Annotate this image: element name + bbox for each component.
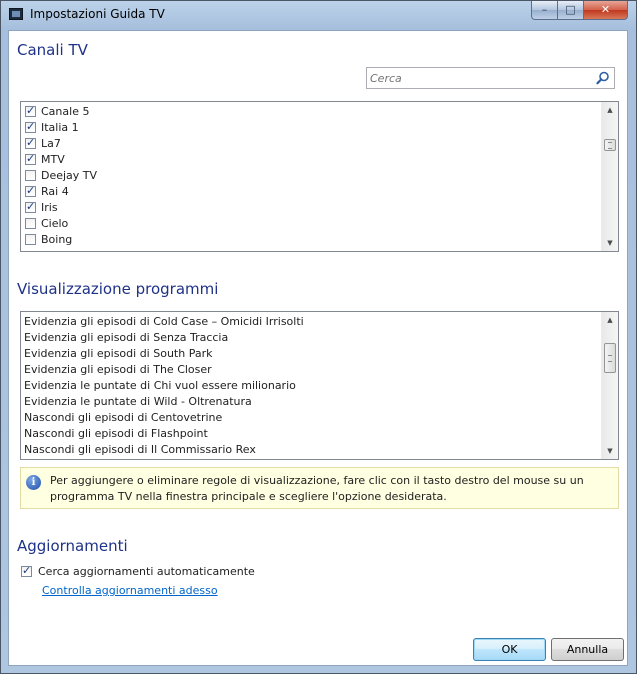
channel-checkbox[interactable] — [25, 200, 36, 214]
channel-search-input[interactable] — [370, 70, 590, 86]
channel-checkbox[interactable] — [25, 120, 36, 134]
channel-checkbox[interactable] — [25, 104, 36, 118]
minimize-button[interactable]: – — [531, 1, 558, 20]
display-rule-label: Nascondi gli episodi di Flashpoint — [24, 427, 208, 440]
display-rule-item[interactable]: Nascondi gli episodi di Flashpoint — [21, 426, 601, 442]
scroll-thumb[interactable] — [604, 343, 616, 374]
scroll-down-arrow-icon[interactable]: ▼ — [602, 443, 618, 459]
channel-item[interactable]: MTV — [21, 152, 601, 168]
display-rule-item[interactable]: Evidenzia gli episodi di South Park — [21, 346, 601, 362]
scroll-down-arrow-icon[interactable]: ▼ — [602, 235, 618, 251]
display-rule-label: Nascondi gli episodi di Il Commissario R… — [24, 443, 256, 456]
display-rule-item[interactable]: Evidenzia gli episodi di The Closer — [21, 362, 601, 378]
dialog-window: Impostazioni Guida TV – □ ✕ Canali TV Ca… — [0, 0, 637, 674]
info-icon: i — [26, 475, 41, 490]
display-rule-item[interactable]: Evidenzia gli episodi di Senza Traccia — [21, 330, 601, 346]
channel-label: MTV — [41, 153, 65, 166]
channel-checkbox[interactable] — [25, 136, 36, 150]
channel-list[interactable]: Canale 5 Italia 1 La7 MTV Deejay TV Rai 4 Iris… — [20, 101, 619, 252]
display-rule-label: Evidenzia le puntate di Chi vuol essere … — [24, 379, 296, 392]
display-rule-label: Nascondi gli episodi di Centovetrine — [24, 411, 223, 424]
info-text: Per aggiungere o eliminare regole di vis… — [50, 474, 584, 503]
channel-label: Deejay TV — [41, 169, 98, 182]
auto-update-checkbox[interactable] — [21, 564, 32, 578]
channel-item[interactable]: Canale 5 — [21, 104, 601, 120]
updates-section-title: Aggiornamenti — [17, 537, 128, 555]
channel-label: Cielo — [41, 217, 69, 230]
channel-checkbox[interactable] — [25, 218, 36, 229]
display-rule-item[interactable]: Evidenzia le puntate di Chi vuol essere … — [21, 378, 601, 394]
channel-item[interactable]: Deejay TV — [21, 168, 601, 184]
display-rule-label: Evidenzia le puntate di Wild - Oltrenatu… — [24, 395, 252, 408]
scroll-up-arrow-icon[interactable]: ▲ — [602, 102, 618, 118]
display-rule-label: Evidenzia gli episodi di Cold Case – Omi… — [24, 315, 304, 328]
cancel-button[interactable]: Annulla — [551, 638, 624, 661]
channel-label: Italia 1 — [41, 121, 79, 134]
ok-button[interactable]: OK — [473, 638, 546, 661]
channel-item[interactable]: Iris — [21, 200, 601, 216]
maximize-button[interactable]: □ — [557, 1, 584, 20]
channel-item[interactable]: Italia 1 — [21, 120, 601, 136]
channel-item[interactable]: Cielo — [21, 216, 601, 232]
channel-label: Iris — [41, 201, 58, 214]
auto-update-option[interactable]: Cerca aggiornamenti automaticamente — [21, 564, 321, 580]
info-bar: i Per aggiungere o eliminare regole di v… — [20, 467, 619, 509]
channel-checkbox[interactable] — [25, 184, 36, 198]
channel-search-box[interactable] — [366, 67, 615, 89]
scroll-up-arrow-icon[interactable]: ▲ — [602, 312, 618, 328]
channel-item[interactable]: La7 — [21, 136, 601, 152]
title-bar[interactable]: Impostazioni Guida TV – □ ✕ — [1, 1, 636, 27]
display-section-title: Visualizzazione programmi — [17, 280, 219, 298]
close-button[interactable]: ✕ — [583, 1, 628, 20]
app-icon — [9, 8, 23, 20]
display-rules-list[interactable]: Evidenzia gli episodi di Cold Case – Omi… — [20, 311, 619, 460]
channel-checkbox[interactable] — [25, 170, 36, 181]
display-rules-scrollbar[interactable]: ▲ ▼ — [601, 312, 618, 459]
display-rule-item[interactable]: Evidenzia gli episodi di Cold Case – Omi… — [21, 314, 601, 330]
display-rule-label: Evidenzia gli episodi di The Closer — [24, 363, 212, 376]
display-rules-rows: Evidenzia gli episodi di Cold Case – Omi… — [21, 312, 601, 459]
window-title: Impostazioni Guida TV — [30, 7, 165, 21]
channel-checkbox[interactable] — [25, 234, 36, 245]
channel-label: Rai 4 — [41, 185, 69, 198]
display-rule-label: Evidenzia gli episodi di Senza Traccia — [24, 331, 229, 344]
dialog-content: Canali TV Canale 5 Italia 1 La7 MTV Deejay T… — [8, 30, 628, 666]
channels-section-title: Canali TV — [17, 41, 88, 59]
channel-item[interactable]: Boing — [21, 232, 601, 248]
channel-item[interactable]: Rai 4 — [21, 184, 601, 200]
channel-list-scrollbar[interactable]: ▲ ▼ — [601, 102, 618, 251]
channel-label: Canale 5 — [41, 105, 90, 118]
auto-update-label: Cerca aggiornamenti automaticamente — [38, 565, 255, 578]
search-icon[interactable] — [596, 71, 610, 85]
display-rule-item[interactable]: Nascondi gli episodi di Il Commissario R… — [21, 442, 601, 458]
display-rule-item[interactable]: Evidenzia le puntate di Wild - Oltrenatu… — [21, 394, 601, 410]
channel-rows: Canale 5 Italia 1 La7 MTV Deejay TV Rai 4 Iris… — [21, 102, 601, 251]
check-updates-now-link[interactable]: Controlla aggiornamenti adesso — [42, 584, 218, 597]
display-rule-label: Evidenzia gli episodi di South Park — [24, 347, 213, 360]
scroll-thumb[interactable] — [604, 139, 616, 151]
channel-label: Boing — [41, 233, 73, 246]
channel-label: La7 — [41, 137, 61, 150]
channel-checkbox[interactable] — [25, 152, 36, 166]
display-rule-item[interactable]: Nascondi gli episodi di Centovetrine — [21, 410, 601, 426]
